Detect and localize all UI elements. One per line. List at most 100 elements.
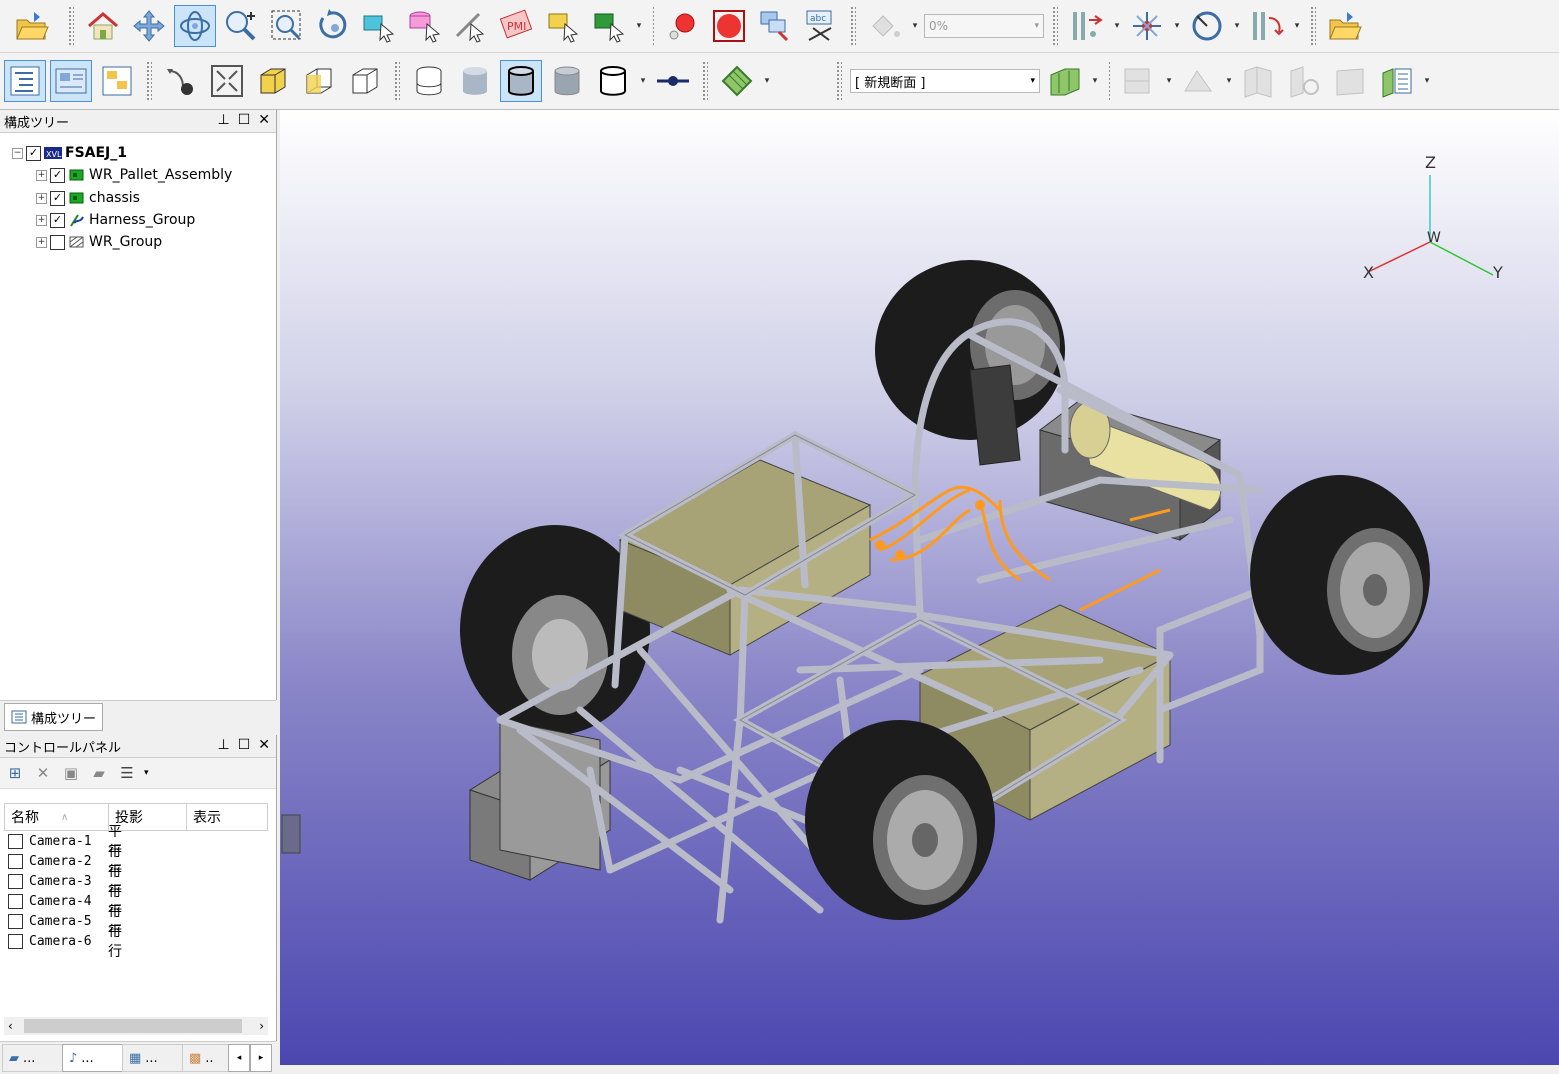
chevron-down-icon[interactable]: ▾ <box>1090 76 1100 86</box>
list-options-button[interactable]: ☰ <box>116 763 138 783</box>
zoom-button[interactable] <box>220 5 262 47</box>
camera-row[interactable]: Camera-6 平行 <box>8 924 122 960</box>
chevron-down-icon[interactable]: ▾ <box>1232 21 1242 31</box>
display-shaded-edges-button[interactable] <box>500 60 542 102</box>
section-tool-1-button[interactable] <box>1118 60 1160 102</box>
expand-icon[interactable]: + <box>36 192 47 204</box>
explode-button[interactable] <box>1126 5 1168 47</box>
wheel-front-right[interactable] <box>805 720 995 920</box>
sphere-small-button[interactable] <box>662 5 704 47</box>
view-wire-button[interactable] <box>344 60 386 102</box>
select-part-button[interactable] <box>358 5 400 47</box>
section-plane-button[interactable] <box>716 60 758 102</box>
expand-icon[interactable]: + <box>36 214 47 226</box>
add-camera-button[interactable]: ⊞ <box>4 763 26 783</box>
tree-view-toggle-button[interactable] <box>4 60 46 102</box>
scrollbar-thumb[interactable] <box>24 1019 242 1033</box>
toolbar-grip[interactable] <box>702 61 708 101</box>
text-annotation-button[interactable]: abc <box>800 5 842 47</box>
visibility-checkbox[interactable]: ✓ <box>50 190 65 206</box>
display-shaded-button[interactable] <box>454 60 496 102</box>
rotate-part-button[interactable] <box>1186 5 1228 47</box>
visibility-checkbox[interactable] <box>50 234 65 250</box>
wheel-rear-left[interactable] <box>875 260 1065 440</box>
chevron-down-icon[interactable]: ▾ <box>144 768 149 778</box>
chevron-down-icon[interactable]: ▾ <box>910 21 920 31</box>
wheel-rear-right[interactable] <box>1250 475 1430 675</box>
delete-button[interactable]: ✕ <box>32 763 54 783</box>
tree-item-root[interactable]: − ✓ XVL FSAEJ_1 <box>12 142 127 164</box>
horizontal-scrollbar[interactable]: ‹ › <box>4 1017 268 1035</box>
toolbar-grip[interactable] <box>1108 61 1110 101</box>
paint-bucket-button[interactable] <box>864 5 906 47</box>
pmi-button[interactable]: PMI <box>496 5 538 47</box>
select-edge-button[interactable] <box>450 5 492 47</box>
chevron-down-icon[interactable]: ▾ <box>1112 21 1122 31</box>
camera-row[interactable]: Camera-1 平行 <box>8 824 122 860</box>
toolbar-grip[interactable] <box>850 6 856 46</box>
chevron-down-icon[interactable]: ▾ <box>1164 76 1174 86</box>
home-view-button[interactable] <box>82 5 124 47</box>
select-yellow-button[interactable] <box>542 5 584 47</box>
chevron-down-icon[interactable]: ▾ <box>1224 76 1234 86</box>
section-tool-4-button[interactable] <box>1284 60 1326 102</box>
tab-structure-tree[interactable]: 構成ツリー <box>4 703 104 731</box>
close-icon[interactable]: ✕ <box>258 737 270 753</box>
display-outline-button[interactable] <box>592 60 634 102</box>
slider-display-button[interactable] <box>652 60 694 102</box>
fit-view-button[interactable] <box>312 5 354 47</box>
undo-transform-button[interactable] <box>1246 5 1288 47</box>
maximize-icon[interactable]: ☐ <box>238 112 251 128</box>
pin-icon[interactable]: ⊥ <box>218 112 230 128</box>
camera-row[interactable]: Camera-2 平行 <box>8 844 122 880</box>
toolbar-grip[interactable] <box>1052 6 1058 46</box>
tree-item-chassis[interactable]: + ✓ chassis <box>36 187 140 209</box>
camera-checkbox[interactable] <box>8 853 23 869</box>
scroll-left-icon[interactable]: ‹ <box>8 1019 13 1033</box>
zoom-window-button[interactable] <box>266 5 308 47</box>
chevron-down-icon[interactable]: ▾ <box>1172 21 1182 31</box>
transparency-field[interactable]: 0% ▾ <box>924 14 1044 38</box>
open-file-button-2[interactable] <box>1324 5 1366 47</box>
toolbar-grip[interactable] <box>652 6 654 46</box>
mirror-button[interactable] <box>1066 5 1108 47</box>
chevron-down-icon[interactable]: ▾ <box>638 76 648 86</box>
camera-checkbox[interactable] <box>8 933 23 949</box>
expand-icon[interactable]: + <box>36 169 47 181</box>
look-at-button[interactable] <box>160 60 202 102</box>
visibility-checkbox[interactable]: ✓ <box>26 145 41 161</box>
sphere-fit-button[interactable] <box>708 5 750 47</box>
chevron-down-icon[interactable]: ▾ <box>762 76 772 86</box>
visibility-checkbox[interactable]: ✓ <box>50 167 65 183</box>
visibility-checkbox[interactable]: ✓ <box>50 212 65 228</box>
section-tool-5-button[interactable] <box>1330 60 1372 102</box>
toolbar-grip[interactable] <box>836 61 842 101</box>
camera-checkbox[interactable] <box>8 893 23 909</box>
tree-item-wr-pallet-assembly[interactable]: + ✓ WR_Pallet_Assembly <box>36 164 232 186</box>
car-model-render[interactable]: Z X Y W <box>280 110 1559 1065</box>
tab-scroll-left-button[interactable]: ◂ <box>228 1044 250 1072</box>
copy-move-button[interactable] <box>754 5 796 47</box>
column-header-name[interactable]: 名称 ∧ <box>5 804 109 830</box>
select-green-button[interactable] <box>588 5 630 47</box>
pin-icon[interactable]: ⊥ <box>218 737 230 753</box>
3d-viewport[interactable]: Z X Y W <box>280 110 1559 1065</box>
fit-all-button[interactable] <box>206 60 248 102</box>
camera-row[interactable]: Camera-4 平行 <box>8 884 122 920</box>
save-camera-button[interactable]: ▣ <box>60 763 82 783</box>
toolbar-grip[interactable] <box>394 61 400 101</box>
tab-harness[interactable]: ♪ ... <box>62 1044 130 1072</box>
expand-icon[interactable]: + <box>36 236 47 248</box>
camera-checkbox[interactable] <box>8 913 23 929</box>
section-apply-button[interactable] <box>1044 60 1086 102</box>
chevron-down-icon[interactable]: ▾ <box>1422 76 1432 86</box>
toolbar-grip[interactable] <box>68 6 74 46</box>
tab-layout[interactable]: ▦ ... <box>122 1044 190 1072</box>
section-tool-2-button[interactable] <box>1178 60 1220 102</box>
display-hidden-button[interactable] <box>546 60 588 102</box>
view-iso-button[interactable] <box>252 60 294 102</box>
column-header-display[interactable]: 表示 <box>187 804 267 830</box>
chevron-down-icon[interactable]: ▾ <box>634 21 644 31</box>
pan-button[interactable] <box>128 5 170 47</box>
tree-item-wr-group[interactable]: + WR_Group <box>36 231 162 253</box>
